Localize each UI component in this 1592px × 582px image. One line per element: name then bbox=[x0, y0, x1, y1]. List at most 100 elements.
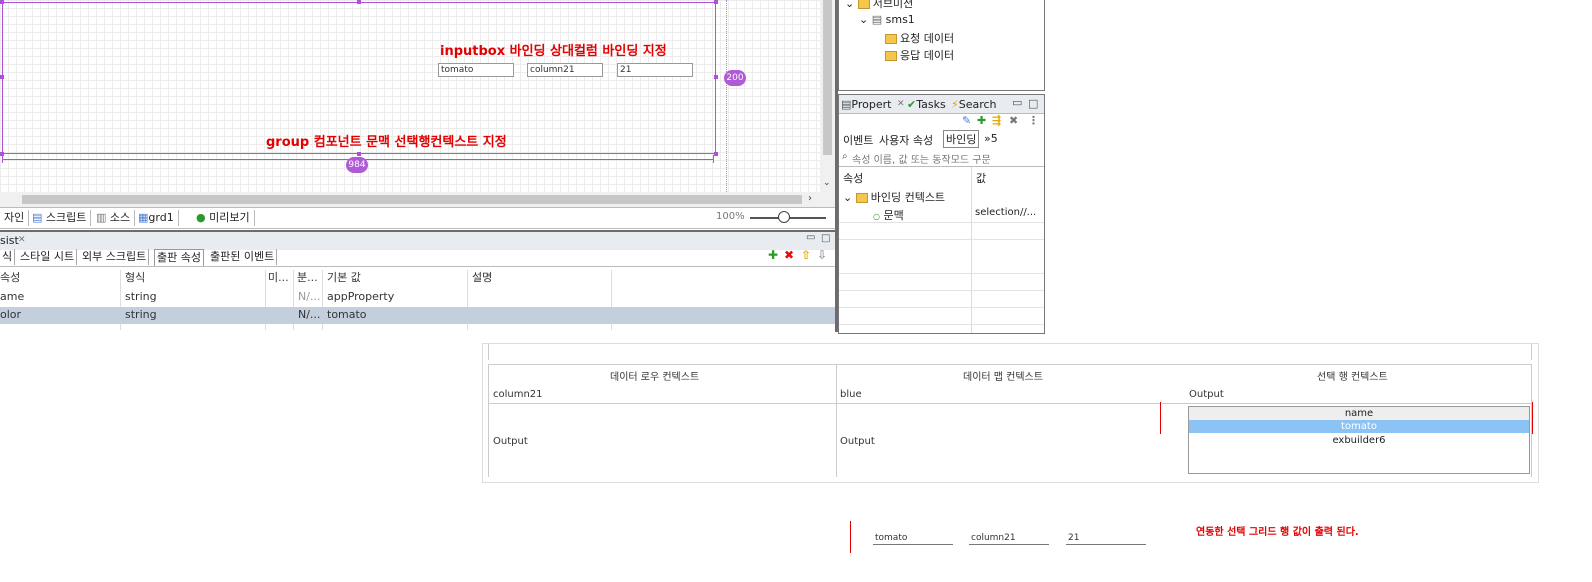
edit-icon[interactable]: ✎ bbox=[962, 114, 971, 127]
resize-handle[interactable] bbox=[714, 152, 718, 156]
col-header-type[interactable]: 형식 bbox=[125, 270, 145, 286]
document-icon: ▤ bbox=[871, 13, 883, 26]
bullet-icon: ○ bbox=[873, 212, 880, 221]
design-inputbox-3[interactable]: 21 bbox=[617, 63, 693, 77]
tab-script-label: 스크립트 bbox=[45, 211, 87, 224]
list-item[interactable]: exbuilder6 bbox=[1189, 434, 1529, 447]
chevron-down-icon[interactable]: ⌄ bbox=[823, 178, 831, 188]
resize-handle[interactable] bbox=[714, 0, 718, 4]
tab-external-script[interactable]: 외부 스크립트 bbox=[80, 249, 150, 265]
tree-item-response-data[interactable]: 응답 데이터 bbox=[885, 47, 954, 63]
tab-search[interactable]: ⚡Search bbox=[951, 98, 997, 111]
folder-icon bbox=[855, 193, 868, 203]
tree-item-label: sms1 bbox=[885, 13, 915, 26]
tab-preview[interactable]: ● 미리보기 bbox=[192, 210, 255, 226]
move-down-icon[interactable]: ⇩ bbox=[817, 248, 827, 262]
subtab-events[interactable]: 이벤트 bbox=[843, 132, 873, 148]
resize-handle[interactable] bbox=[0, 0, 4, 4]
binding-context-label: 바인딩 컨텍스트 bbox=[870, 191, 946, 204]
design-inputbox-1[interactable]: tomato bbox=[438, 63, 514, 77]
selection-listbox[interactable]: name tomato exbuilder6 bbox=[1188, 406, 1530, 474]
output-note: 연동한 선택 그리드 행 값이 출력 된다. bbox=[1196, 527, 1359, 538]
maximize-icon[interactable]: □ bbox=[1028, 97, 1038, 110]
minimize-icon[interactable]: ▭ bbox=[1012, 96, 1022, 109]
move-up-icon[interactable]: ⇧ bbox=[801, 248, 811, 262]
tree-item-sms1[interactable]: ⌄ ▤ sms1 bbox=[859, 13, 915, 26]
delete-icon[interactable]: ✖ bbox=[784, 248, 794, 262]
resize-handle[interactable] bbox=[357, 0, 361, 4]
vertical-scrollbar[interactable]: ⌄ bbox=[820, 0, 835, 192]
output-selection-context: Output bbox=[1189, 389, 1224, 400]
tab-source[interactable]: ▥ 소스 bbox=[92, 210, 136, 226]
tab-tasks[interactable]: ✔Tasks bbox=[907, 98, 946, 111]
width-guide-tick bbox=[2, 155, 3, 163]
header-map-context: 데이터 맵 컨텍스트 bbox=[963, 372, 1043, 383]
list-item-selected[interactable]: tomato bbox=[1189, 420, 1529, 433]
folder-icon bbox=[857, 0, 870, 9]
wizard-icon[interactable]: ⇶ bbox=[992, 114, 1001, 127]
subtab-binding[interactable]: 바인딩 bbox=[943, 130, 980, 148]
close-icon[interactable]: ✕ bbox=[18, 235, 26, 245]
divider bbox=[839, 239, 1044, 240]
tab-script[interactable]: ▤ 스크립트 bbox=[28, 210, 92, 226]
zoom-slider-knob[interactable] bbox=[778, 211, 790, 223]
tasks-icon: ✔ bbox=[907, 98, 917, 111]
tab-properties[interactable]: ▤Propert bbox=[841, 98, 891, 111]
maximize-icon[interactable]: □ bbox=[821, 233, 830, 244]
cell-category: N/... bbox=[298, 308, 321, 321]
resize-handle[interactable] bbox=[714, 75, 718, 79]
list-item[interactable]: name bbox=[1189, 407, 1529, 420]
col-header-category[interactable]: 분... bbox=[297, 270, 318, 286]
frame-line bbox=[1531, 344, 1532, 360]
tab-published-properties[interactable]: 출판 속성 bbox=[154, 249, 204, 266]
output-input-3[interactable]: 21 bbox=[1066, 533, 1146, 545]
tab-format[interactable]: 식 bbox=[0, 249, 16, 265]
tree-item-label: 요청 데이터 bbox=[900, 32, 955, 45]
close-icon[interactable]: ✕ bbox=[897, 99, 905, 109]
properties-icon: ▤ bbox=[841, 98, 852, 111]
minimize-icon[interactable]: ▭ bbox=[806, 232, 815, 243]
add-icon[interactable]: ✚ bbox=[977, 114, 986, 127]
tab-stylesheet[interactable]: 스타일 시트 bbox=[18, 249, 78, 265]
design-inputbox-2[interactable]: column21 bbox=[527, 63, 603, 77]
divider bbox=[839, 273, 1044, 274]
col-header-description[interactable]: 설명 bbox=[472, 270, 492, 286]
tab-published-events[interactable]: 출판된 이벤트 bbox=[208, 249, 278, 265]
context-row[interactable]: ○ 문맥 bbox=[873, 207, 904, 223]
width-guide-tick bbox=[713, 155, 714, 163]
add-icon[interactable]: ✚ bbox=[768, 248, 778, 262]
table-row-selected[interactable]: olor string N/... tomato bbox=[0, 307, 835, 324]
tree-item-request-data[interactable]: 요청 데이터 bbox=[885, 30, 954, 46]
output-input-1[interactable]: tomato bbox=[873, 533, 953, 545]
tree-item-submission[interactable]: ⌄ 서브미션 bbox=[845, 0, 913, 11]
tab-design[interactable]: 자인 bbox=[0, 210, 30, 226]
binding-context-group[interactable]: ⌄ 바인딩 컨텍스트 bbox=[843, 189, 945, 205]
resize-handle[interactable] bbox=[0, 75, 4, 79]
context-row-value[interactable]: selection//... bbox=[975, 207, 1036, 218]
tab-source-label: 소스 bbox=[109, 211, 131, 224]
cell-default: tomato bbox=[327, 308, 367, 321]
subtab-user-attrs[interactable]: 사용자 속성 bbox=[879, 132, 933, 148]
inputbox-binding-note: inputbox 바인딩 상대컬럼 바인딩 지정 bbox=[440, 44, 667, 59]
more-icon[interactable]: ⋮ bbox=[1028, 114, 1039, 127]
tab-search-label: Search bbox=[958, 98, 997, 111]
header-row-context: 데이터 로우 컨텍스트 bbox=[610, 372, 700, 383]
remove-icon[interactable]: ✖ bbox=[1009, 114, 1018, 127]
tab-preview-label: 미리보기 bbox=[209, 211, 250, 224]
col-header-array[interactable]: 미... bbox=[268, 270, 289, 286]
col-header-default[interactable]: 기본 값 bbox=[327, 270, 361, 286]
horizontal-scrollbar[interactable]: › bbox=[0, 192, 835, 207]
search-icon: ⚡ bbox=[951, 98, 959, 111]
tab-grd1[interactable]: ▦grd1 bbox=[134, 210, 179, 226]
frame-line bbox=[488, 403, 1532, 404]
table-row[interactable]: ame string N/... appProperty bbox=[0, 289, 835, 305]
resize-handle[interactable] bbox=[357, 152, 361, 156]
grid-icon: ▦ bbox=[138, 211, 149, 224]
output-input-2[interactable]: column21 bbox=[969, 533, 1049, 545]
chevron-right-icon[interactable]: › bbox=[808, 193, 812, 204]
subtab-overflow[interactable]: »5 bbox=[984, 132, 998, 145]
property-search-input[interactable]: 속성 이름, 값 또는 동작모드 구문 bbox=[852, 151, 991, 166]
col-header-property[interactable]: 속성 bbox=[0, 270, 20, 286]
divider bbox=[839, 222, 1044, 223]
tree-item-label: 응답 데이터 bbox=[900, 49, 955, 62]
